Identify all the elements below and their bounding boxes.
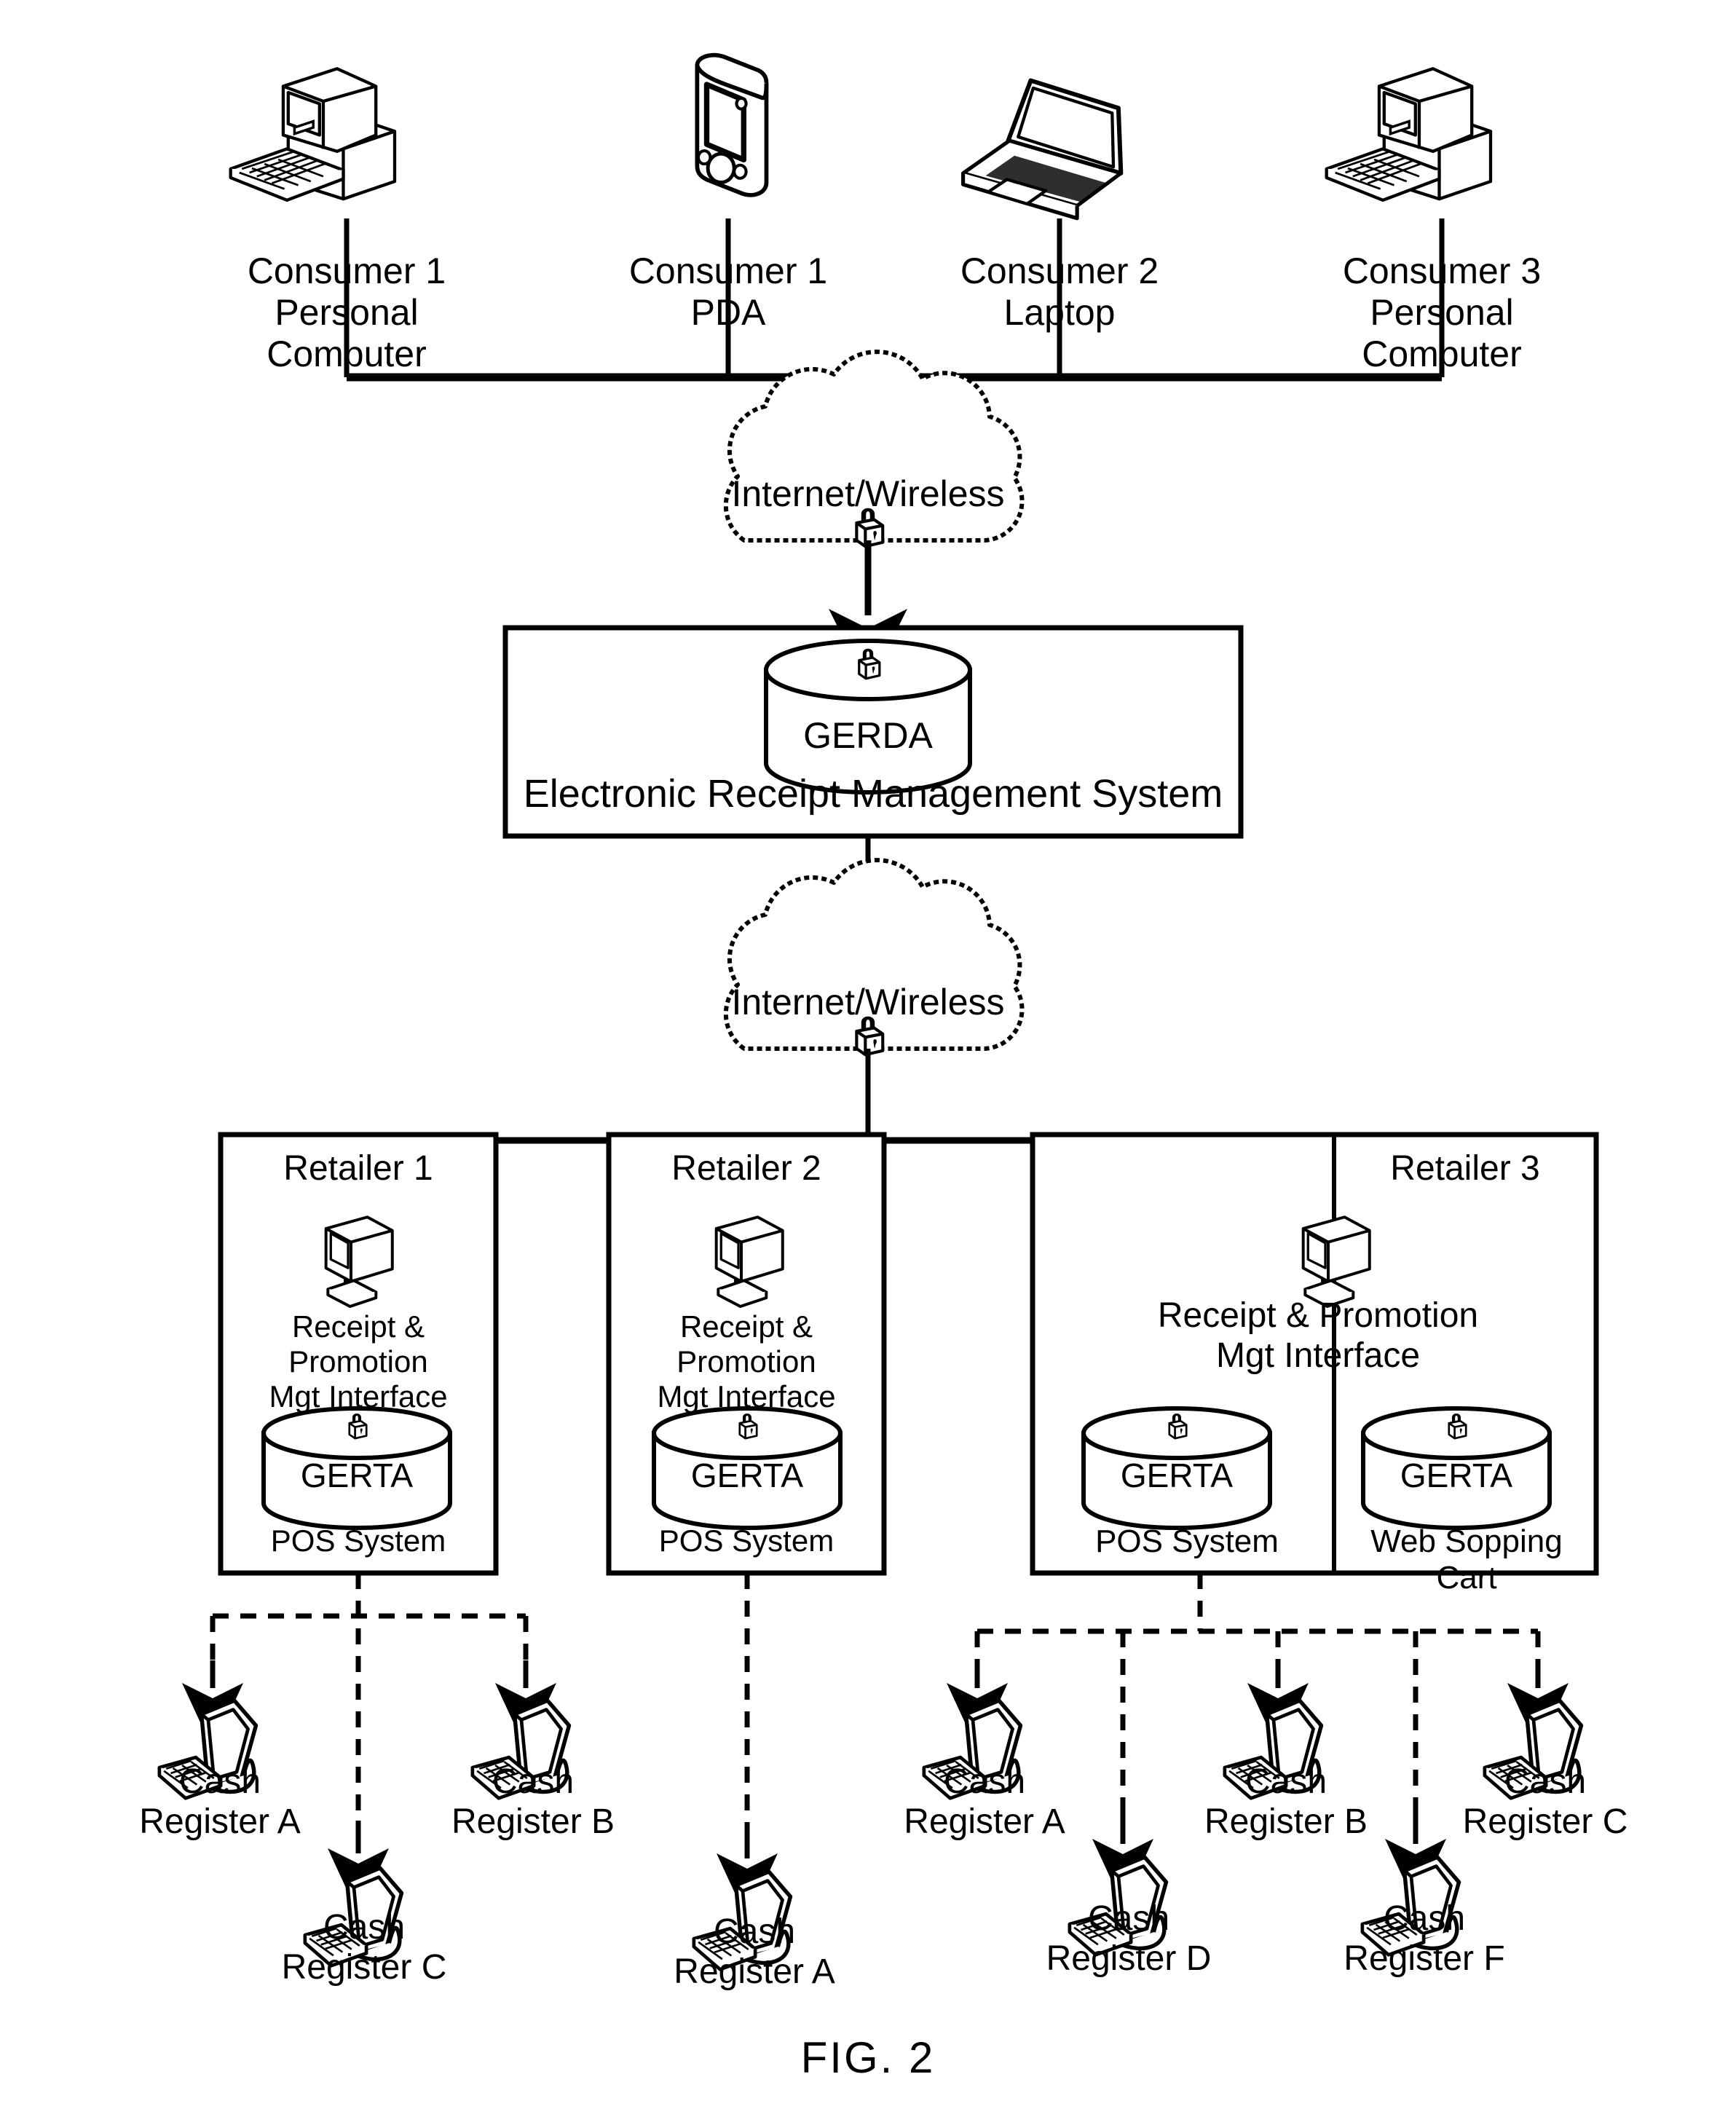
figure-caption: FIG. 2 xyxy=(800,2033,936,2082)
cash-register-label-r3-a: Cash Register A xyxy=(904,1762,1065,1841)
cash-register-label-r1-a: Cash Register A xyxy=(139,1762,301,1841)
cash-register-label-r1-c: Cash Register C xyxy=(281,1908,447,1987)
retailer-3-web-label: Web Sopping Cart xyxy=(1370,1523,1563,1596)
retailer-2-pos-label: POS System xyxy=(658,1523,835,1558)
consumer-2-laptop-label: Consumer 2 Laptop xyxy=(960,251,1159,333)
cash-register-label-r1-b: Cash Register B xyxy=(451,1762,615,1841)
cloud-2-label: Internet/Wireless xyxy=(731,982,1005,1022)
cash-register-label-r2-a: Cash Register A xyxy=(674,1912,835,1991)
retailer-1-title: Retailer 1 xyxy=(283,1149,433,1188)
cash-register-label-r3-f: Cash Register F xyxy=(1344,1899,1505,1978)
cash-register-label-r3-c: Cash Register C xyxy=(1462,1762,1628,1841)
erms-title: Electronic Receipt Management System xyxy=(523,772,1223,816)
cloud-1-label: Internet/Wireless xyxy=(731,473,1005,514)
retailer-3-pos-gerta-label: GERTA xyxy=(1120,1456,1234,1494)
gerda-db-label: GERDA xyxy=(803,715,933,756)
retailer-2-title: Retailer 2 xyxy=(671,1149,821,1188)
consumer-3-pc-label: Consumer 3 Personal Computer xyxy=(1342,251,1542,374)
figure-canvas: Consumer 1 Personal Computer Consumer 1 … xyxy=(0,0,1736,2117)
cash-register-label-r3-d: Cash Register D xyxy=(1046,1899,1212,1978)
consumer-1-pc-label: Consumer 1 Personal Computer xyxy=(247,251,446,374)
retailer-3-interface-label: Receipt & Promotion Mgt Interface xyxy=(1157,1296,1479,1375)
laptop-icon-consumer-2 xyxy=(963,81,1121,218)
retailer-1-interface-label: Receipt & Promotion Mgt Interface xyxy=(269,1309,448,1414)
retailer-3-pos-label: POS System xyxy=(1095,1523,1279,1559)
retailer-3-title: Retailer 3 xyxy=(1390,1149,1540,1188)
retailer-1-pos-label: POS System xyxy=(270,1523,446,1558)
retailer-2-gerta-label: GERTA xyxy=(690,1456,804,1494)
retailer-2-interface-label: Receipt & Promotion Mgt Interface xyxy=(657,1309,836,1414)
pda-icon-consumer-1 xyxy=(697,55,766,195)
desktop-computer-icon-consumer-3 xyxy=(1327,68,1491,200)
retailer-1-gerta-label: GERTA xyxy=(300,1456,414,1494)
cash-register-label-r3-b: Cash Register B xyxy=(1204,1762,1368,1841)
desktop-computer-icon-consumer-1 xyxy=(231,68,395,200)
consumer-1-pda-label: Consumer 1 PDA xyxy=(628,251,828,333)
retailer-3-web-gerta-label: GERTA xyxy=(1400,1456,1513,1494)
